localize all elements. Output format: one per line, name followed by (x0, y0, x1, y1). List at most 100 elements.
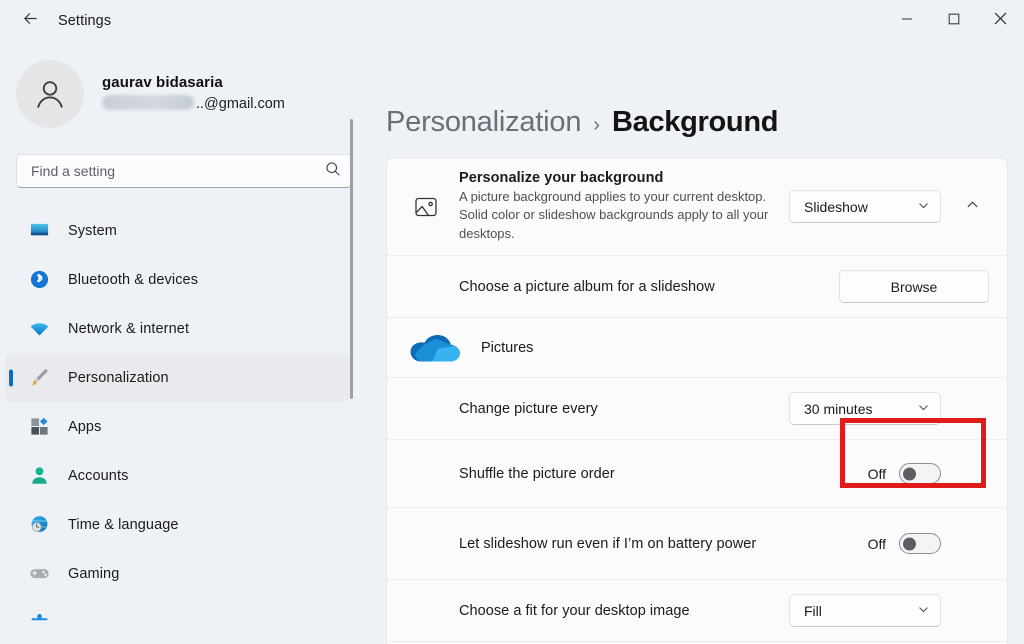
sidebar: gaurav bidasaria ..@gmail.com Find a set… (0, 42, 368, 644)
row-change-picture-every: Change picture every 30 minutes (387, 378, 1007, 440)
sidebar-item-accessibility[interactable] (6, 598, 350, 644)
shuffle-label: Shuffle the picture order (459, 465, 615, 482)
minimize-button[interactable] (883, 0, 930, 42)
fit-text: Choose a fit for your desktop image (459, 603, 789, 619)
maximize-button[interactable] (930, 0, 977, 42)
album-folder-name: Pictures (481, 339, 534, 356)
chevron-up-icon (965, 197, 980, 217)
battery-toggle-wrap: Off (868, 533, 941, 554)
shuffle-toggle[interactable] (899, 463, 941, 484)
row-choose-fit: Choose a fit for your desktop image Fill (387, 580, 1007, 642)
album-controls: Browse (839, 270, 989, 303)
breadcrumb: Personalization › Background (386, 106, 1008, 139)
avatar (16, 60, 84, 128)
background-type-value: Slideshow (804, 198, 868, 215)
collapse-section-button[interactable] (955, 190, 989, 224)
close-button[interactable] (977, 0, 1024, 42)
change-every-text: Change picture every (459, 401, 789, 417)
sidebar-item-label: Personalization (68, 369, 169, 386)
album-text: Choose a picture album for a slideshow (459, 279, 839, 295)
sidebar-item-personalization[interactable]: Personalization (6, 353, 350, 402)
fit-label: Choose a fit for your desktop image (459, 602, 690, 619)
bluetooth-icon (28, 269, 50, 291)
breadcrumb-parent[interactable]: Personalization (386, 106, 581, 139)
profile-email: ..@gmail.com (102, 95, 285, 115)
close-icon (994, 12, 1007, 30)
sidebar-item-apps[interactable]: Apps (6, 402, 350, 451)
album-label: Choose a picture album for a slideshow (459, 278, 715, 295)
shuffle-text: Shuffle the picture order (459, 466, 868, 482)
accessibility-icon (28, 612, 50, 634)
row-slideshow-battery: Let slideshow run even if I’m on battery… (387, 508, 1007, 580)
chevron-down-icon (917, 401, 930, 417)
wifi-icon (28, 318, 50, 340)
background-type-dropdown[interactable]: Slideshow (789, 190, 941, 223)
maximize-icon (948, 12, 960, 30)
battery-toggle[interactable] (899, 533, 941, 554)
sidebar-item-network-internet[interactable]: Network & internet (6, 304, 350, 353)
shuffle-spacer (955, 457, 989, 491)
page-title: Background (611, 106, 779, 138)
sidebar-item-label: Accounts (68, 467, 129, 484)
fit-dropdown[interactable]: Fill (789, 594, 941, 627)
sidebar-item-label: Time & language (68, 516, 179, 533)
shuffle-toggle-wrap: Off (868, 463, 941, 484)
search-input[interactable] (31, 163, 325, 179)
sidebar-item-system[interactable]: System (6, 206, 350, 255)
sidebar-item-label: Bluetooth & devices (68, 271, 199, 288)
chevron-down-icon (917, 199, 930, 215)
fit-controls: Fill (789, 594, 989, 628)
minimize-icon (901, 12, 913, 30)
arrow-left-icon (21, 9, 40, 33)
fit-spacer (955, 594, 989, 628)
background-settings-card: Personalize your background A picture ba… (386, 157, 1008, 644)
app-title: Settings (58, 13, 112, 29)
browse-button[interactable]: Browse (839, 270, 989, 303)
toggle-knob (903, 467, 916, 480)
main-content: Personalization › Background Personalize… (368, 42, 1024, 644)
sidebar-item-gaming[interactable]: Gaming (6, 549, 350, 598)
change-interval-dropdown[interactable]: 30 minutes (789, 392, 941, 425)
settings-window: Settings gaurav bidasaria ..@gmail.com F… (0, 0, 1024, 644)
row-personalize-background: Personalize your background A picture ba… (387, 158, 1007, 256)
change-every-label: Change picture every (459, 400, 598, 417)
sidebar-item-label: System (68, 222, 117, 239)
sidebar-item-accounts[interactable]: Accounts (6, 451, 350, 500)
battery-toggle-state: Off (867, 535, 886, 552)
image-icon (409, 194, 443, 220)
paintbrush-icon (28, 367, 50, 389)
row-shuffle-picture-order: Shuffle the picture order Off (387, 440, 1007, 508)
shuffle-controls: Off (868, 457, 989, 491)
title-bar: Settings (0, 0, 1024, 42)
shuffle-toggle-state: Off (867, 465, 886, 482)
redaction-blur (102, 95, 194, 111)
personalize-title: Personalize your background (459, 169, 664, 186)
sidebar-item-bluetooth-devices[interactable]: Bluetooth & devices (6, 255, 350, 304)
battery-spacer (955, 527, 989, 561)
breadcrumb-separator: › (593, 114, 600, 136)
toggle-knob (903, 537, 916, 550)
profile-name: gaurav bidasaria (102, 74, 223, 92)
window-controls (883, 0, 1024, 42)
sidebar-item-label: Network & internet (68, 320, 190, 337)
back-button[interactable] (10, 5, 50, 37)
user-profile[interactable]: gaurav bidasaria ..@gmail.com (16, 60, 368, 128)
account-icon (28, 465, 50, 487)
change-interval-value: 30 minutes (804, 400, 873, 417)
change-every-spacer (955, 392, 989, 426)
sidebar-item-label: Gaming (68, 565, 120, 582)
gamepad-icon (28, 563, 50, 585)
search-icon[interactable] (325, 161, 341, 182)
sidebar-item-time-language[interactable]: Time & language (6, 500, 350, 549)
battery-controls: Off (868, 527, 989, 561)
change-every-controls: 30 minutes (789, 392, 989, 426)
row-selected-album[interactable]: Pictures (387, 318, 1007, 378)
sidebar-item-label: Apps (68, 418, 102, 435)
personalize-description: A picture background applies to your cur… (459, 188, 769, 241)
chevron-down-icon (917, 603, 930, 619)
sidebar-scrollbar[interactable] (350, 119, 353, 399)
apps-icon (28, 416, 50, 438)
personalize-text: Personalize your background A picture ba… (459, 170, 789, 243)
search-box[interactable] (16, 154, 352, 188)
sidebar-nav: System Bluetooth & devices Network & int… (0, 206, 368, 644)
